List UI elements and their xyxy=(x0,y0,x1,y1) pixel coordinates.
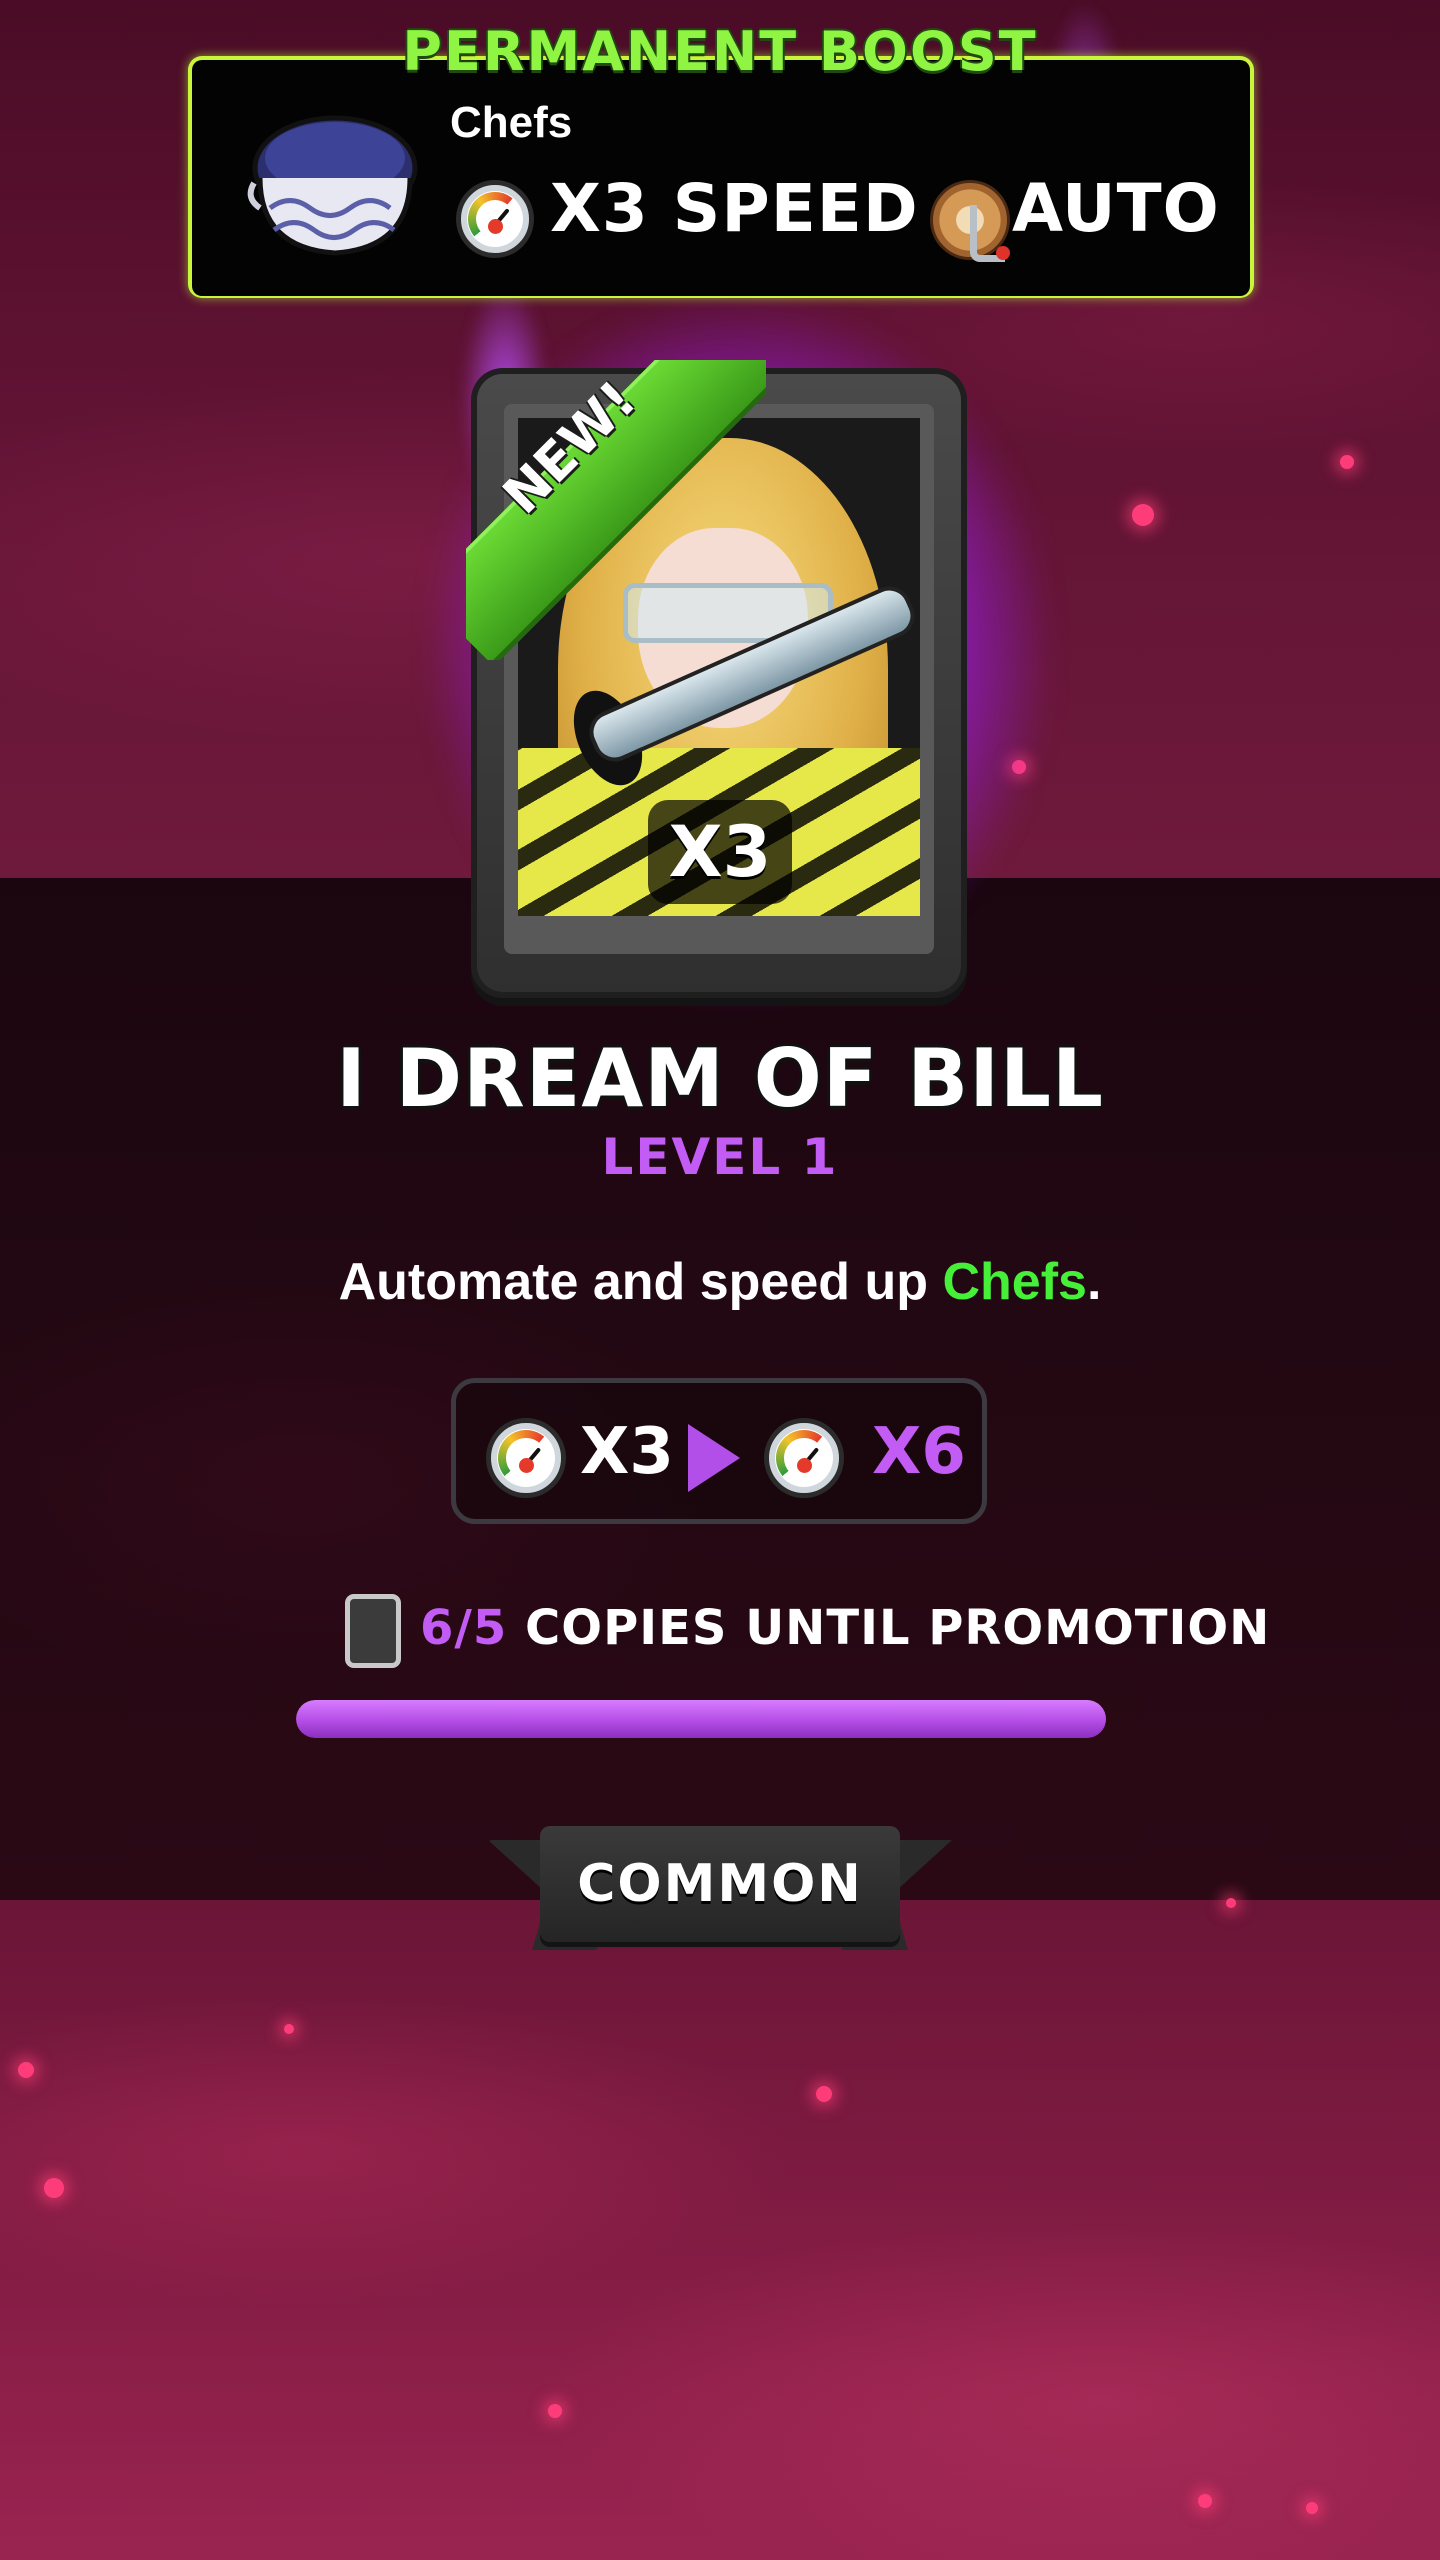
sparkle xyxy=(1306,2502,1318,2514)
card-count-icon xyxy=(345,1594,401,1668)
promotion-progress-fill xyxy=(296,1700,1106,1738)
cog-crank-knob xyxy=(996,246,1010,260)
speed-gauge-icon xyxy=(456,180,534,258)
boost-auto-label: AUTO xyxy=(1012,170,1220,247)
card-name: I DREAM OF BILL xyxy=(336,1032,1104,1125)
upgrade-current: X3 xyxy=(580,1415,674,1489)
sparkle xyxy=(1226,1898,1236,1908)
card-multiplier-badge: X3 xyxy=(648,800,792,904)
speed-gauge-icon xyxy=(486,1418,566,1498)
boost-title: PERMANENT BOOST xyxy=(402,20,1038,83)
sparkle xyxy=(44,2178,64,2198)
card-level: LEVEL 1 xyxy=(601,1128,839,1186)
sparkle xyxy=(1132,504,1154,526)
pot-icon xyxy=(247,115,418,256)
sparkle xyxy=(1340,455,1354,469)
upgrade-next: X6 xyxy=(872,1415,966,1489)
sparkle xyxy=(284,2024,294,2034)
card-description: Automate and speed up Chefs. xyxy=(338,1253,1102,1311)
sparkle xyxy=(18,2062,34,2078)
background-bottom xyxy=(0,1900,1440,2560)
copies-count: 6/5 xyxy=(420,1600,508,1656)
sparkle xyxy=(548,2404,562,2418)
boost-subject: Chefs xyxy=(450,98,573,147)
description-highlight: Chefs xyxy=(942,1253,1087,1311)
rarity-label: COMMON xyxy=(577,1854,863,1914)
arrow-right-icon xyxy=(688,1424,740,1492)
promotion-progress-bar xyxy=(296,1700,1106,1738)
sparkle xyxy=(816,2086,832,2102)
copies-progress-label: 6/5 COPIES UNTIL PROMOTION xyxy=(420,1600,1271,1656)
sparkle xyxy=(1198,2494,1212,2508)
speed-gauge-icon xyxy=(764,1418,844,1498)
